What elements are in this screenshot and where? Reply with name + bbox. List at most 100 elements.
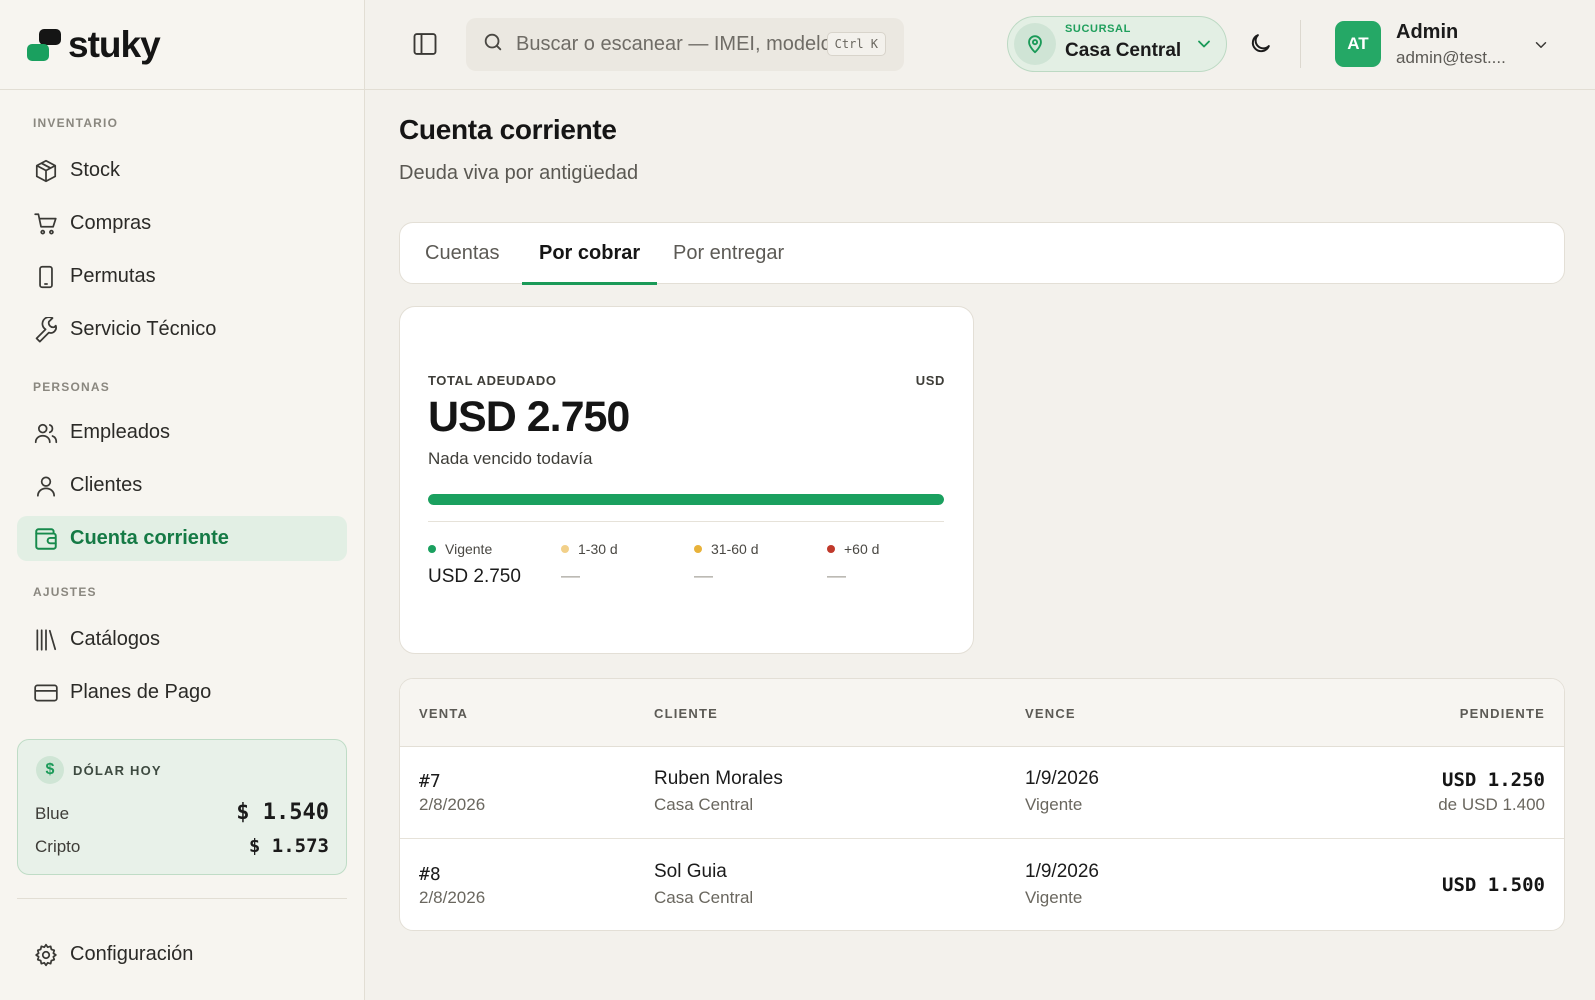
section-label-inventario: INVENTARIO xyxy=(33,116,119,130)
tabs: Cuentas Por cobrar Por entregar xyxy=(399,222,1565,285)
pendiente-total: de USD 1.400 xyxy=(1438,795,1545,814)
total-adeudado-card: TOTAL ADEUDADO USD USD 2.750 Nada vencid… xyxy=(399,306,974,654)
cliente-sucursal: Casa Central xyxy=(654,888,754,907)
table-row[interactable]: #8 2/8/2026 Sol Guia Casa Central 1/9/20… xyxy=(400,840,1564,930)
currency-label: USD xyxy=(915,373,945,388)
users-icon xyxy=(32,419,60,447)
dolar-value: $ 1.540 xyxy=(236,800,329,825)
bucket-31-60: 31-60 d — xyxy=(694,541,758,588)
sidebar-item-clientes[interactable]: Clientes xyxy=(17,463,347,508)
bucket-vigente: Vigente USD 2.750 xyxy=(428,541,521,588)
sidebar-item-label: Stock xyxy=(70,159,121,181)
branch-selector[interactable]: SUCURSAL Casa Central xyxy=(1007,16,1227,72)
avatar[interactable]: AT xyxy=(1335,21,1381,67)
column-header-pendiente[interactable]: PENDIENTE xyxy=(1460,706,1545,721)
search-icon xyxy=(482,31,504,58)
bucket-value: — xyxy=(561,566,580,587)
bucket-dot xyxy=(694,545,702,553)
table-header: VENTA CLIENTE VENCE PENDIENTE xyxy=(400,679,1564,747)
logo-mark-icon xyxy=(26,27,62,63)
search-placeholder: Buscar o escanear — IMEI, modelo, c xyxy=(516,33,836,55)
receivables-table: VENTA CLIENTE VENCE PENDIENTE #7 2/8/202… xyxy=(399,678,1565,931)
sidebar-item-stock[interactable]: Stock xyxy=(17,148,347,193)
venta-id: #8 xyxy=(419,864,441,885)
vence-estado: Vigente xyxy=(1025,795,1083,814)
column-header-venta[interactable]: VENTA xyxy=(419,706,468,721)
sidebar-toggle-icon[interactable] xyxy=(411,30,439,58)
user-icon xyxy=(32,472,60,500)
topbar-divider xyxy=(1300,20,1301,68)
sidebar-item-label: Planes de Pago xyxy=(70,681,212,703)
library-icon xyxy=(32,626,60,654)
page-subtitle: Deuda viva por antigüedad xyxy=(399,162,639,184)
section-label-personas: PERSONAS xyxy=(33,380,110,394)
dollar-icon: $ xyxy=(36,756,64,784)
venta-id: #7 xyxy=(419,771,441,792)
page-title: Cuenta corriente xyxy=(399,114,617,145)
dolar-value: $ 1.573 xyxy=(248,835,329,857)
sidebar-item-configuracion[interactable]: Configuración xyxy=(17,932,347,977)
gear-icon xyxy=(32,941,60,969)
map-pin-icon xyxy=(1014,23,1056,65)
logo[interactable]: stuky xyxy=(0,0,364,90)
bucket-value: — xyxy=(827,566,846,587)
sidebar-item-catalogos[interactable]: Catálogos xyxy=(17,617,347,662)
vence-estado: Vigente xyxy=(1025,888,1083,907)
dolar-hoy-title: DÓLAR HOY xyxy=(73,762,162,778)
cliente-name[interactable]: Ruben Morales xyxy=(654,768,783,790)
aging-progress-fill xyxy=(428,494,944,505)
dolar-row-cripto: Cripto $ 1.573 xyxy=(35,835,329,857)
venta-fecha: 2/8/2026 xyxy=(419,888,486,907)
wallet-icon xyxy=(32,525,60,553)
sidebar-divider xyxy=(17,898,347,899)
sidebar-item-empleados[interactable]: Empleados xyxy=(17,410,347,455)
topbar: Buscar o escanear — IMEI, modelo, c Ctrl… xyxy=(365,0,1595,90)
sidebar-item-servicio-tecnico[interactable]: Servicio Técnico xyxy=(17,307,347,352)
sidebar-item-cuenta-corriente[interactable]: Cuenta corriente xyxy=(17,516,347,561)
box-icon xyxy=(32,157,60,185)
search-input[interactable]: Buscar o escanear — IMEI, modelo, c Ctrl… xyxy=(466,18,904,71)
column-header-vence[interactable]: VENCE xyxy=(1025,706,1076,721)
branch-label: SUCURSAL xyxy=(1065,23,1131,35)
bucket-dot xyxy=(428,545,436,553)
bucket-label: Vigente xyxy=(445,541,493,557)
theme-toggle-moon-icon[interactable] xyxy=(1248,31,1273,61)
dolar-label: Blue xyxy=(35,804,70,823)
tab-por-cobrar[interactable]: Por cobrar xyxy=(522,223,658,285)
bucket-60-plus: +60 d — xyxy=(827,541,879,588)
bucket-dot xyxy=(561,545,569,553)
phone-icon xyxy=(32,263,60,291)
bucket-dot xyxy=(827,545,835,553)
credit-card-icon xyxy=(32,679,60,707)
user-email: admin@test.... xyxy=(1396,48,1506,67)
vence-fecha: 1/9/2026 xyxy=(1025,861,1099,882)
sidebar-item-label: Catálogos xyxy=(70,628,161,650)
sidebar: stuky INVENTARIO Stock Compras Permutas … xyxy=(0,0,365,1000)
sidebar-item-planes-de-pago[interactable]: Planes de Pago xyxy=(17,670,347,715)
cart-icon xyxy=(32,210,60,238)
table-row[interactable]: #7 2/8/2026 Ruben Morales Casa Central 1… xyxy=(400,747,1564,839)
pendiente-amount: USD 1.250 xyxy=(1442,769,1545,791)
sidebar-item-label: Compras xyxy=(70,212,152,234)
sidebar-item-label: Servicio Técnico xyxy=(70,318,217,340)
cliente-name[interactable]: Sol Guia xyxy=(654,861,727,883)
branch-name: Casa Central xyxy=(1065,40,1182,61)
section-label-ajustes: AJUSTES xyxy=(33,585,97,599)
brand-name: stuky xyxy=(68,23,161,65)
tab-por-entregar[interactable]: Por entregar xyxy=(656,223,801,283)
sidebar-item-label: Configuración xyxy=(70,943,194,965)
sidebar-item-permutas[interactable]: Permutas xyxy=(17,254,347,299)
bucket-label: 31-60 d xyxy=(711,541,759,557)
bucket-value: — xyxy=(694,566,713,587)
bucket-label: +60 d xyxy=(844,541,880,557)
bucket-1-30: 1-30 d — xyxy=(561,541,618,588)
chevron-down-icon[interactable] xyxy=(1532,36,1550,59)
pendiente-amount: USD 1.500 xyxy=(1442,874,1545,896)
column-header-cliente[interactable]: CLIENTE xyxy=(654,706,718,721)
chevron-down-icon xyxy=(1194,34,1214,59)
total-adeudado-value: USD 2.750 xyxy=(428,393,630,441)
sidebar-item-compras[interactable]: Compras xyxy=(17,201,347,246)
sidebar-item-label: Cuenta corriente xyxy=(70,527,229,549)
tab-cuentas[interactable]: Cuentas xyxy=(408,223,517,283)
search-shortcut-badge: Ctrl K xyxy=(826,32,886,56)
